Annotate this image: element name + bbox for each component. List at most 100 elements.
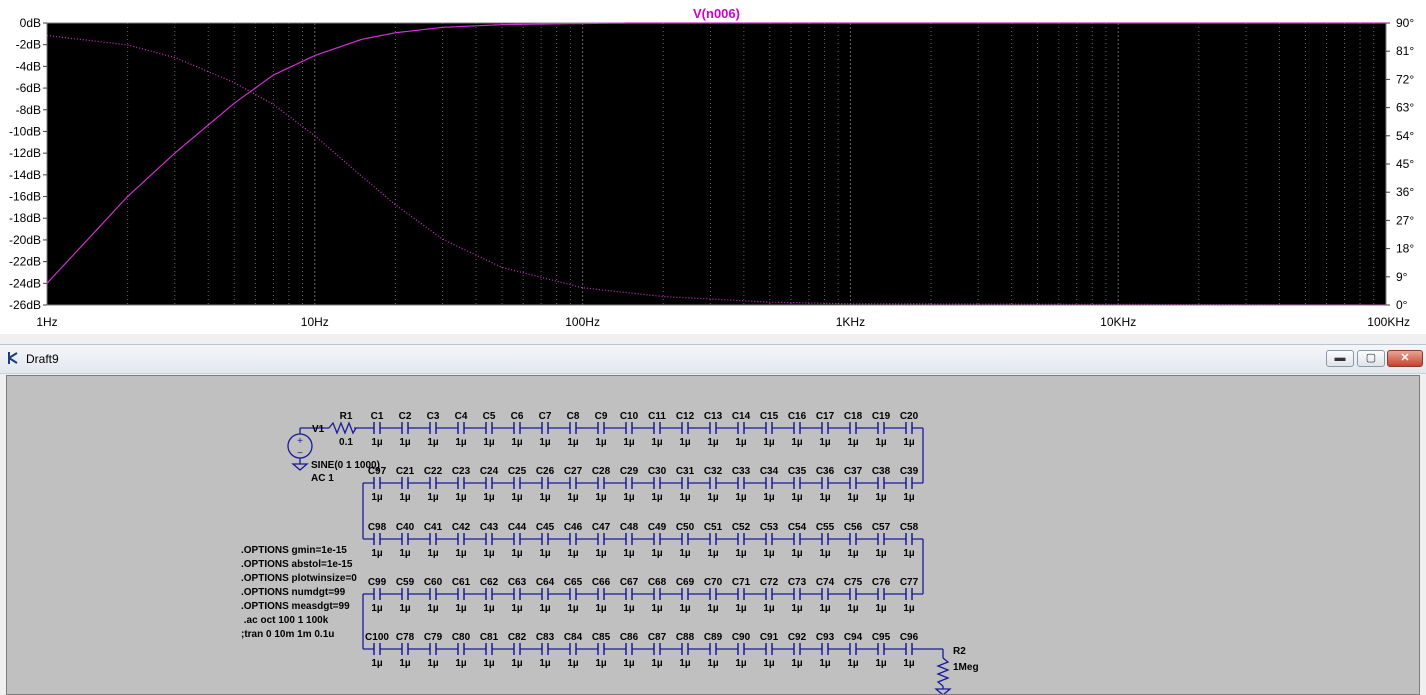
- capacitor[interactable]: [513, 422, 521, 434]
- capacitor[interactable]: [401, 588, 409, 600]
- capacitor[interactable]: [485, 422, 493, 434]
- resistor-r1[interactable]: [328, 421, 357, 435]
- capacitor[interactable]: [597, 533, 605, 545]
- capacitor[interactable]: [877, 643, 885, 655]
- window-titlebar[interactable]: Draft9 ▬ ▢ ✕: [0, 344, 1426, 374]
- capacitor[interactable]: [737, 533, 745, 545]
- capacitor[interactable]: [429, 422, 437, 434]
- capacitor[interactable]: [905, 643, 913, 655]
- capacitor[interactable]: [653, 588, 661, 600]
- capacitor[interactable]: [737, 422, 745, 434]
- capacitor[interactable]: [821, 588, 829, 600]
- capacitor[interactable]: [401, 422, 409, 434]
- capacitor[interactable]: [429, 588, 437, 600]
- capacitor[interactable]: [709, 643, 717, 655]
- capacitor[interactable]: [457, 588, 465, 600]
- capacitor[interactable]: [457, 422, 465, 434]
- capacitor[interactable]: [877, 477, 885, 489]
- capacitor[interactable]: [373, 588, 381, 600]
- capacitor[interactable]: [569, 533, 577, 545]
- capacitor[interactable]: [765, 588, 773, 600]
- capacitor[interactable]: [765, 422, 773, 434]
- capacitor[interactable]: [653, 533, 661, 545]
- directive-gmin[interactable]: .OPTIONS gmin=1e-15: [241, 544, 357, 558]
- capacitor[interactable]: [401, 477, 409, 489]
- capacitor[interactable]: [625, 643, 633, 655]
- capacitor[interactable]: [401, 643, 409, 655]
- capacitor[interactable]: [681, 588, 689, 600]
- capacitor[interactable]: [709, 477, 717, 489]
- capacitor[interactable]: [541, 533, 549, 545]
- capacitor[interactable]: [569, 588, 577, 600]
- close-button[interactable]: ✕: [1387, 350, 1423, 367]
- capacitor[interactable]: [905, 422, 913, 434]
- minimize-button[interactable]: ▬: [1326, 350, 1354, 367]
- maximize-button[interactable]: ▢: [1357, 350, 1385, 367]
- capacitor[interactable]: [849, 422, 857, 434]
- capacitor[interactable]: [793, 643, 801, 655]
- directive-numdgt[interactable]: .OPTIONS numdgt=99: [241, 586, 357, 600]
- capacitor[interactable]: [597, 422, 605, 434]
- capacitor[interactable]: [513, 533, 521, 545]
- capacitor[interactable]: [625, 477, 633, 489]
- capacitor[interactable]: [765, 643, 773, 655]
- capacitor[interactable]: [569, 477, 577, 489]
- schematic-canvas[interactable]: C1 1µ C2 1µ C3 1µ C4 1µ C5 1µ C6 1µ C7 1µ C8 1µ C9 1µ C10 1…: [6, 375, 1420, 695]
- directive-measdgt[interactable]: .OPTIONS measdgt=99: [241, 600, 357, 614]
- capacitor[interactable]: [625, 588, 633, 600]
- capacitor[interactable]: [905, 477, 913, 489]
- capacitor[interactable]: [737, 477, 745, 489]
- schematic-drawing[interactable]: C1 1µ C2 1µ C3 1µ C4 1µ C5 1µ C6 1µ C7 1µ C8 1µ C9 1µ C10 1…: [7, 376, 1420, 695]
- capacitor[interactable]: [485, 533, 493, 545]
- capacitor[interactable]: [877, 422, 885, 434]
- capacitor[interactable]: [373, 643, 381, 655]
- plot-area[interactable]: [46, 22, 1387, 306]
- capacitor[interactable]: [429, 477, 437, 489]
- capacitor[interactable]: [457, 533, 465, 545]
- capacitor[interactable]: [793, 533, 801, 545]
- capacitor[interactable]: [821, 422, 829, 434]
- capacitor[interactable]: [793, 477, 801, 489]
- directive-ac[interactable]: .ac oct 100 1 100k: [241, 614, 357, 628]
- capacitor[interactable]: [877, 533, 885, 545]
- capacitor[interactable]: [597, 643, 605, 655]
- capacitor[interactable]: [485, 588, 493, 600]
- capacitor[interactable]: [373, 477, 381, 489]
- capacitor[interactable]: [849, 477, 857, 489]
- capacitor[interactable]: [429, 533, 437, 545]
- directive-abstol[interactable]: .OPTIONS abstol=1e-15: [241, 558, 357, 572]
- capacitor[interactable]: [541, 422, 549, 434]
- capacitor[interactable]: [849, 588, 857, 600]
- directive-plotwinsize[interactable]: .OPTIONS plotwinsize=0: [241, 572, 357, 586]
- capacitor[interactable]: [457, 477, 465, 489]
- capacitor[interactable]: [541, 588, 549, 600]
- capacitor[interactable]: [485, 643, 493, 655]
- capacitor[interactable]: [765, 533, 773, 545]
- capacitor[interactable]: [429, 643, 437, 655]
- capacitor[interactable]: [457, 643, 465, 655]
- capacitor[interactable]: [541, 643, 549, 655]
- capacitor[interactable]: [485, 477, 493, 489]
- capacitor[interactable]: [681, 533, 689, 545]
- capacitor[interactable]: [513, 643, 521, 655]
- capacitor[interactable]: [681, 422, 689, 434]
- capacitor[interactable]: [737, 588, 745, 600]
- capacitor[interactable]: [737, 643, 745, 655]
- capacitor[interactable]: [821, 643, 829, 655]
- capacitor[interactable]: [513, 477, 521, 489]
- capacitor[interactable]: [653, 422, 661, 434]
- capacitor[interactable]: [569, 422, 577, 434]
- capacitor[interactable]: [905, 533, 913, 545]
- capacitor[interactable]: [821, 477, 829, 489]
- capacitor[interactable]: [597, 588, 605, 600]
- capacitor[interactable]: [653, 643, 661, 655]
- capacitor[interactable]: [681, 477, 689, 489]
- schematic-window[interactable]: Draft9 ▬ ▢ ✕ C1 1µ C2 1µ C3 1µ C4 1µ C5 1µ C6 1µ C7 1…: [0, 344, 1426, 695]
- resistor-r2[interactable]: [936, 657, 950, 687]
- capacitor[interactable]: [877, 588, 885, 600]
- waveform-plot-pane[interactable]: 0dB -2dB -4dB -6dB -8dB -10dB -12dB -14dB -16dB -…: [0, 0, 1426, 334]
- capacitor[interactable]: [793, 588, 801, 600]
- capacitor[interactable]: [401, 533, 409, 545]
- capacitor[interactable]: [709, 588, 717, 600]
- capacitor[interactable]: [653, 477, 661, 489]
